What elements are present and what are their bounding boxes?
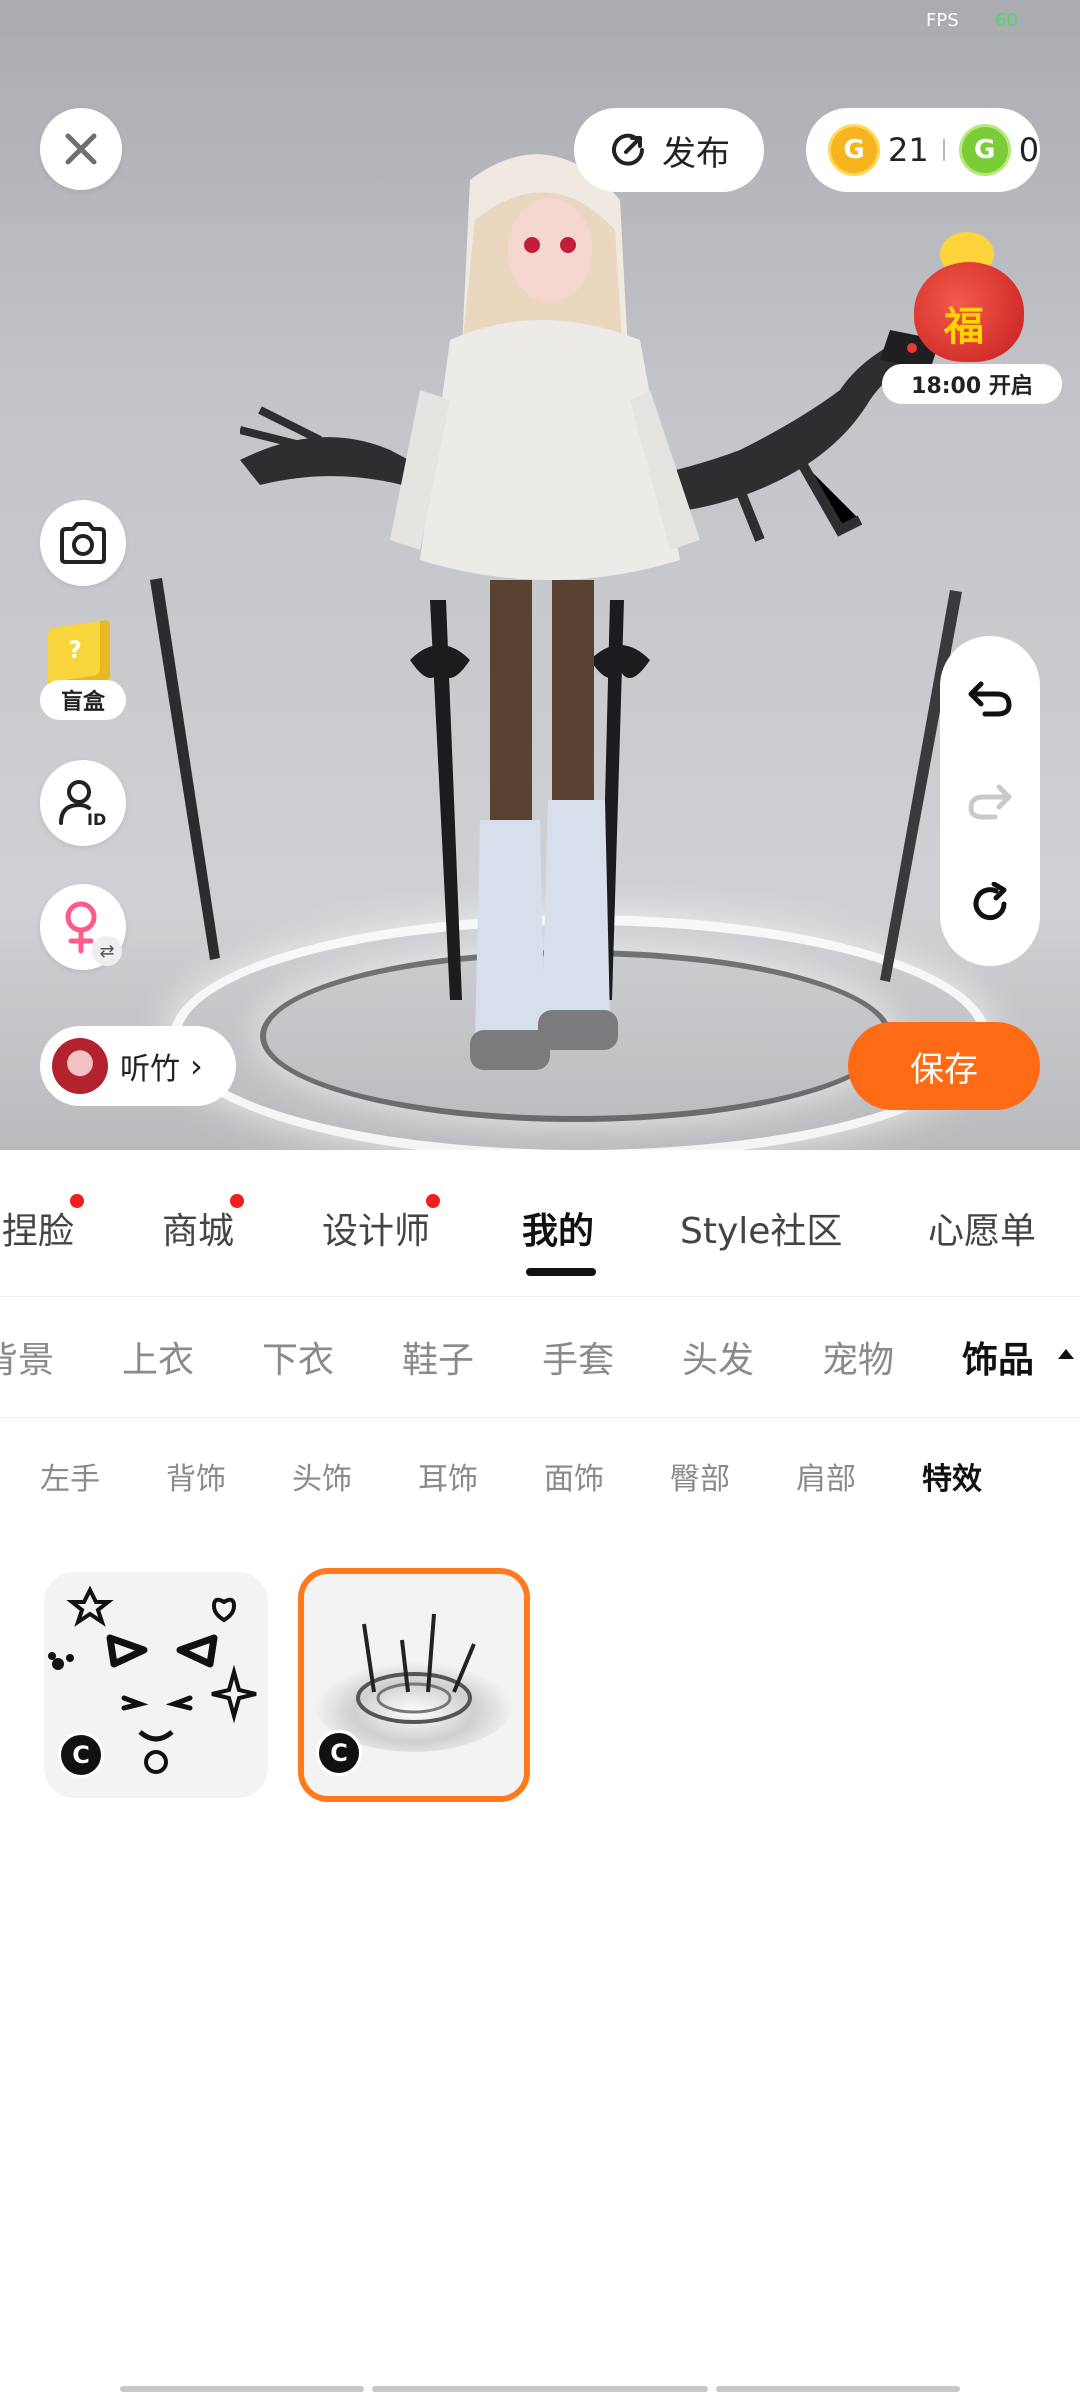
- blind-box-question-mark: ?: [68, 636, 82, 664]
- scroll-segment: [120, 2386, 364, 2392]
- subtab-face[interactable]: 面饰: [544, 1454, 604, 1498]
- save-button[interactable]: 保存: [848, 1022, 1040, 1110]
- user-id-icon: ID: [59, 780, 106, 829]
- subtab-effects[interactable]: 特效: [922, 1454, 982, 1498]
- camera-button[interactable]: [40, 500, 126, 586]
- edit-history-panel: [940, 636, 1040, 966]
- subtab-ear[interactable]: 耳饰: [418, 1454, 478, 1498]
- blind-box-button[interactable]: ? 盲盒: [40, 619, 126, 724]
- gold-coin-icon: G: [828, 124, 880, 176]
- category-hair[interactable]: 头发: [682, 1331, 754, 1383]
- tab-face[interactable]: 捏脸: [2, 1194, 85, 1254]
- notification-dot: [426, 1194, 441, 1208]
- fortune-event[interactable]: 福 18:00 开启: [882, 232, 1062, 404]
- publish-icon: [612, 133, 644, 166]
- caret-up-icon: [1058, 1349, 1074, 1359]
- avatar: [52, 1038, 108, 1094]
- category-bottom[interactable]: 下衣: [262, 1331, 334, 1383]
- refresh-icon: [973, 882, 1007, 921]
- category-tab-bar: 背景 上衣 下衣 鞋子 手套 头发 宠物 饰品: [0, 1297, 1080, 1418]
- fps-value: 60: [995, 10, 1018, 31]
- tab-mine[interactable]: 我的: [522, 1202, 594, 1254]
- currency-display[interactable]: G 21 G 0: [806, 108, 1040, 192]
- tab-style-community[interactable]: Style社区: [680, 1202, 842, 1254]
- notification-dot: [70, 1194, 85, 1208]
- tab-label: Style社区: [680, 1211, 843, 1252]
- publish-button[interactable]: 发布: [574, 108, 764, 192]
- item-sword-circle-effect[interactable]: C: [298, 1568, 530, 1802]
- item-cat-face-effect[interactable]: C: [44, 1572, 268, 1798]
- category-pet[interactable]: 宠物: [822, 1331, 894, 1383]
- subtab-hip[interactable]: 臀部: [670, 1454, 730, 1498]
- publish-label: 发布: [662, 133, 730, 174]
- undo-icon: [968, 681, 1012, 717]
- blind-box-label: 盲盒: [40, 680, 126, 720]
- redo-icon: [968, 784, 1012, 820]
- undo-button[interactable]: [960, 668, 1020, 728]
- avatar-preview[interactable]: FPS 60 发布 G 21 G 0 福 18:00 开启 ? 盲盒 ID ⇄ …: [0, 0, 1080, 1150]
- gender-switch-button[interactable]: ⇄: [40, 884, 126, 970]
- category-background[interactable]: 背景: [0, 1331, 54, 1383]
- subcategory-tab-bar: 左手 背饰 头饰 耳饰 面饰 臀部 肩部 特效: [0, 1418, 1080, 1528]
- chevron-right-icon: ›: [190, 1047, 203, 1085]
- close-icon: [65, 133, 97, 165]
- category-shoes[interactable]: 鞋子: [402, 1331, 474, 1383]
- tab-label: 商城: [162, 1211, 235, 1252]
- tab-wishlist[interactable]: 心愿单: [928, 1202, 1036, 1254]
- notification-dot: [230, 1194, 245, 1208]
- green-coin-icon: G: [958, 124, 1011, 176]
- subtab-head[interactable]: 头饰: [292, 1454, 352, 1498]
- category-top[interactable]: 上衣: [122, 1331, 194, 1383]
- category-gloves[interactable]: 手套: [542, 1331, 614, 1383]
- subtab-left-hand[interactable]: 左手: [40, 1454, 100, 1498]
- tab-shop[interactable]: 商城: [162, 1194, 245, 1254]
- event-time-label: 18:00 开启: [882, 364, 1062, 404]
- scroll-segment: [372, 2386, 708, 2392]
- tab-label: 设计师: [322, 1211, 431, 1252]
- redo-button[interactable]: [960, 771, 1020, 831]
- currency-divider: [942, 139, 945, 161]
- profile-id-button[interactable]: ID: [40, 760, 126, 846]
- scroll-indicator: [120, 2386, 960, 2392]
- subtab-shoulder[interactable]: 肩部: [796, 1454, 856, 1498]
- green-coin-count: 0: [1018, 131, 1040, 169]
- tab-label: 心愿单: [928, 1211, 1037, 1252]
- user-profile-chip[interactable]: 听竹 ›: [40, 1026, 236, 1106]
- tab-label: 捏脸: [2, 1211, 75, 1252]
- category-accessories[interactable]: 饰品: [962, 1331, 1034, 1383]
- user-name: 听竹: [120, 1052, 180, 1087]
- avatar-character: [390, 154, 700, 1070]
- camera-icon: [60, 522, 106, 564]
- copyright-badge: C: [58, 1732, 104, 1778]
- tab-label: 我的: [522, 1211, 595, 1252]
- svg-text:ID: ID: [87, 810, 106, 829]
- fortune-char: 福: [944, 304, 984, 350]
- gold-coin-count: 21: [888, 131, 929, 169]
- subtab-back[interactable]: 背饰: [166, 1454, 226, 1498]
- active-tab-indicator: [526, 1268, 596, 1276]
- scroll-segment: [716, 2386, 960, 2392]
- close-button[interactable]: [40, 108, 122, 190]
- fps-label: FPS: [926, 10, 959, 31]
- copyright-badge: C: [316, 1730, 362, 1776]
- tab-designer[interactable]: 设计师: [322, 1194, 441, 1254]
- reset-button[interactable]: [960, 874, 1020, 934]
- swap-icon: ⇄: [92, 936, 122, 966]
